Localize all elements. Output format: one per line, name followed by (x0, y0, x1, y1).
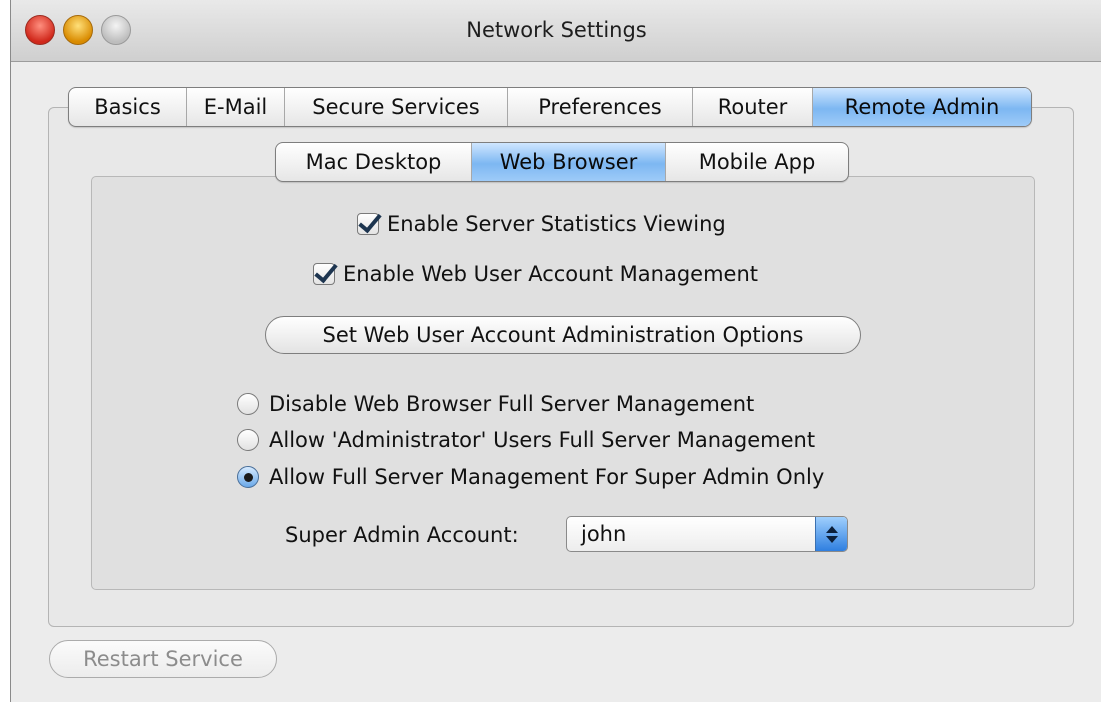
radio-super-admin-only-label: Allow Full Server Management For Super A… (269, 465, 825, 489)
enable-stats-checkbox-row[interactable]: Enable Server Statistics Viewing (357, 212, 726, 236)
radio-super-admin-only-row[interactable]: Allow Full Server Management For Super A… (237, 465, 824, 489)
enable-account-mgmt-label: Enable Web User Account Management (343, 262, 759, 286)
enable-account-mgmt-checkbox[interactable] (313, 263, 335, 285)
set-admin-options-button[interactable]: Set Web User Account Administration Opti… (265, 316, 861, 354)
radio-allow-admins-row[interactable]: Allow 'Administrator' Users Full Server … (237, 428, 815, 452)
sub-tab-bar: Mac Desktop Web Browser Mobile App (275, 142, 849, 182)
tab-basics[interactable]: Basics (69, 88, 187, 126)
tab-email[interactable]: E-Mail (187, 88, 285, 126)
enable-stats-checkbox[interactable] (357, 213, 379, 235)
tab-mac-desktop[interactable]: Mac Desktop (276, 143, 472, 181)
main-tab-bar: Basics E-Mail Secure Services Preference… (68, 87, 1032, 127)
tab-mobile-app[interactable]: Mobile App (666, 143, 848, 181)
title-bar[interactable]: Network Settings (11, 0, 1101, 62)
sub-tab-content-panel (91, 176, 1035, 590)
radio-allow-admins-label: Allow 'Administrator' Users Full Server … (269, 428, 816, 452)
super-admin-account-value: john (581, 522, 627, 546)
tab-remote-admin[interactable]: Remote Admin (813, 88, 1031, 126)
radio-disable-management[interactable] (237, 393, 259, 415)
network-settings-window: Network Settings Basics E-Mail Secure Se… (10, 0, 1101, 702)
restart-service-button[interactable]: Restart Service (49, 640, 277, 678)
chevron-up-icon (825, 525, 838, 533)
radio-allow-admins[interactable] (237, 429, 259, 451)
radio-disable-management-row[interactable]: Disable Web Browser Full Server Manageme… (237, 392, 754, 416)
chevron-down-icon (825, 535, 838, 543)
super-admin-account-label: Super Admin Account: (285, 523, 519, 547)
enable-stats-label: Enable Server Statistics Viewing (387, 212, 726, 236)
super-admin-account-select[interactable]: john (566, 516, 848, 552)
radio-disable-management-label: Disable Web Browser Full Server Manageme… (269, 392, 755, 416)
tab-preferences[interactable]: Preferences (508, 88, 693, 126)
tab-secure-services[interactable]: Secure Services (285, 88, 508, 126)
enable-account-mgmt-checkbox-row[interactable]: Enable Web User Account Management (313, 262, 758, 286)
tab-web-browser[interactable]: Web Browser (472, 143, 666, 181)
radio-super-admin-only[interactable] (237, 466, 259, 488)
tab-router[interactable]: Router (693, 88, 813, 126)
window-title: Network Settings (466, 18, 647, 42)
select-stepper-icon (815, 517, 847, 551)
